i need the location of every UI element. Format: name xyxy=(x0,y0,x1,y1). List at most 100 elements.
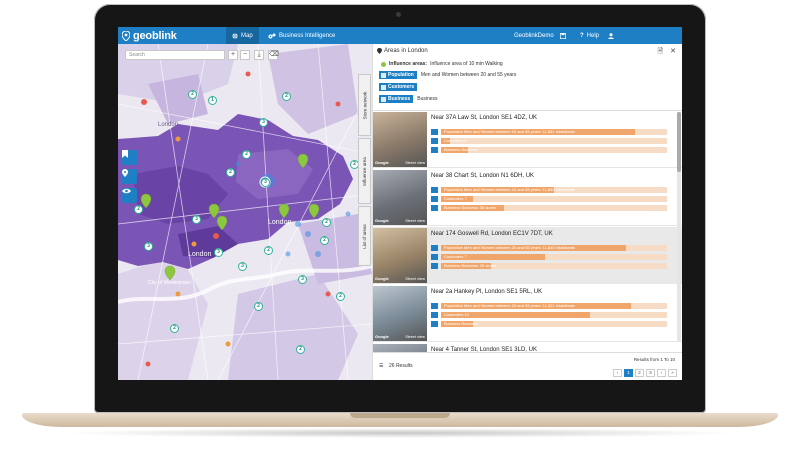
export-pdf-icon[interactable]: 🗎 xyxy=(657,47,663,58)
cluster-marker[interactable]: 2 xyxy=(322,218,331,227)
cluster-marker[interactable]: 2 xyxy=(254,302,263,311)
result-row[interactable]: Google Street view Near 37A Law St, London… xyxy=(373,111,682,168)
user-menu[interactable]: GeoblinkDemo xyxy=(514,27,554,44)
cluster-marker[interactable]: 2 xyxy=(282,92,291,101)
result-address: Near 37A Law St, London SE1 4DZ, UK xyxy=(431,115,538,121)
street-view-thumbnail[interactable]: GoogleStreet view xyxy=(373,170,427,225)
bar-track: Customers 7 xyxy=(441,196,667,202)
cluster-marker[interactable]: 3 xyxy=(214,248,223,257)
bar-track: Business Business: 26 stores xyxy=(441,263,667,269)
map-label-london: London xyxy=(188,251,211,258)
bar-track: Population Men and Women between 20 and … xyxy=(441,187,667,193)
tab-list-of-areas[interactable]: List of areas xyxy=(358,206,371,266)
results-scrollbar[interactable] xyxy=(677,112,681,342)
bookmark-tool[interactable] xyxy=(122,150,137,165)
result-row[interactable]: Google Street view Near 38 Chart St, Londo… xyxy=(373,169,682,226)
help-label: Help xyxy=(586,32,600,39)
visibility-tool[interactable] xyxy=(122,188,137,203)
cluster-marker[interactable]: 2 xyxy=(296,345,305,354)
panel-actions: 🗎 ✕ xyxy=(657,47,676,58)
metric-bar: Customers 7 xyxy=(431,196,667,202)
page-button[interactable]: 2 xyxy=(635,369,644,377)
metric-bar: Business Business xyxy=(431,321,667,327)
cluster-marker[interactable]: 2 xyxy=(170,324,179,333)
logo-text: geoblink xyxy=(133,29,177,42)
customers-icon xyxy=(431,138,438,144)
cluster-marker[interactable]: 2 xyxy=(242,150,251,159)
metric-bar: Business Business: 26 stores xyxy=(431,263,667,269)
street-view-link[interactable]: Street view xyxy=(405,334,425,339)
pin-tool[interactable] xyxy=(122,169,137,184)
filter-population[interactable]: Population Men and Women between 20 and … xyxy=(379,71,516,79)
street-view-thumbnail[interactable]: GoogleStreet view xyxy=(373,344,427,352)
cluster-marker[interactable]: 2 xyxy=(336,292,345,301)
street-view-link[interactable]: Street view xyxy=(405,276,425,281)
app-screen: geoblink Map Business Intelligence Geobl… xyxy=(118,27,682,380)
influence-areas: Influence areas: Influence area of 10 mi… xyxy=(381,61,503,67)
results-list[interactable]: Google Street view Near 37A Law St, London… xyxy=(373,110,682,352)
zoom-in-button[interactable]: + xyxy=(228,50,238,60)
cluster-marker[interactable]: 3 xyxy=(192,215,201,224)
tab-store-network[interactable]: Store network xyxy=(358,74,371,136)
street-view-link[interactable]: Street view xyxy=(405,218,425,223)
tab-business-intelligence[interactable]: Business Intelligence xyxy=(262,27,341,44)
bar-label: Customers 10 xyxy=(444,312,469,317)
page-button[interactable]: › xyxy=(657,369,666,377)
page-button[interactable]: 3 xyxy=(646,369,655,377)
page-button[interactable]: » xyxy=(668,369,677,377)
filter-business[interactable]: Business Business xyxy=(379,95,438,103)
cluster-marker[interactable]: 3 xyxy=(298,275,307,284)
bar-track: Business Business xyxy=(441,147,667,153)
eraser-icon: ⌫ xyxy=(269,51,279,58)
result-row[interactable]: GoogleStreet viewNear 4 Tanner St, Londo… xyxy=(373,343,682,352)
map-label-london: London xyxy=(268,219,291,226)
cluster-marker[interactable]: 1 xyxy=(208,96,217,105)
bar-label: Business Business: 26 stores xyxy=(444,263,497,268)
street-view-thumbnail[interactable]: GoogleStreet view xyxy=(373,228,427,283)
close-icon[interactable]: ✕ xyxy=(670,47,676,58)
cluster-marker[interactable]: 2 xyxy=(134,205,143,214)
account-button[interactable] xyxy=(608,27,614,44)
tab-map[interactable]: Map xyxy=(226,27,259,44)
scrollbar-thumb[interactable] xyxy=(677,112,681,172)
customers-icon xyxy=(381,84,386,90)
help-button[interactable]: ? Help xyxy=(580,27,599,44)
save-button[interactable] xyxy=(560,27,566,44)
cluster-marker[interactable]: 2 xyxy=(226,168,235,177)
street-view-thumbnail[interactable]: GoogleStreet view xyxy=(373,286,427,341)
bar-label: Population Men and Women between 20 and … xyxy=(444,187,576,192)
areas-panel: Areas in London 🗎 ✕ Influence areas: Inf… xyxy=(372,44,682,380)
eraser-button[interactable]: ⌫ xyxy=(268,50,279,60)
street-view-link[interactable]: Street view xyxy=(405,160,425,165)
metric-bar: Customers 7 xyxy=(431,254,667,260)
cluster-marker[interactable]: 3 xyxy=(238,262,247,271)
street-view-thumbnail[interactable]: GoogleStreet view xyxy=(373,112,427,167)
bar-label: Population Men and Women between 20 and … xyxy=(444,303,576,308)
zoom-out-button[interactable]: − xyxy=(240,50,250,60)
result-row[interactable]: Google Street view Near 174 Goswell Rd, Lo… xyxy=(373,227,682,284)
filter-customers[interactable]: Customers xyxy=(379,83,421,91)
influence-dot-icon xyxy=(381,61,386,67)
cluster-marker[interactable]: 2 xyxy=(264,246,273,255)
tab-influence-area[interactable]: Influence area xyxy=(358,138,371,204)
geoblink-logo[interactable]: geoblink xyxy=(122,29,177,42)
cluster-marker[interactable]: 2 xyxy=(320,236,329,245)
zoom-out-icon: − xyxy=(242,51,248,58)
page-button[interactable]: ‹ xyxy=(613,369,622,377)
cluster-marker[interactable]: 2 xyxy=(188,90,197,99)
result-row[interactable]: Google Street view Near 2a Hankey Pl, Lond… xyxy=(373,285,682,342)
map-search-input[interactable]: Search xyxy=(125,50,225,60)
pagination: ‹ 1 2 3 ›» xyxy=(613,369,677,377)
list-icon: ☰ xyxy=(379,363,384,369)
people-icon xyxy=(431,129,438,135)
cluster-marker[interactable]: 3 xyxy=(259,118,268,127)
result-address: Near 174 Goswell Rd, London EC1V 7DT, UK xyxy=(431,231,553,237)
cluster-marker[interactable]: 3 xyxy=(261,178,270,187)
page-button[interactable]: 1 xyxy=(624,369,633,377)
map-label-westminster: City of Westminster xyxy=(148,280,192,286)
cluster-marker[interactable]: 3 xyxy=(144,242,153,251)
download-button[interactable]: ⤓ xyxy=(254,50,264,60)
map-view[interactable]: London London City of Westminster London… xyxy=(118,44,372,380)
bar-track: Population Men and Women between 20 and … xyxy=(441,303,667,309)
customers-icon xyxy=(431,254,438,260)
